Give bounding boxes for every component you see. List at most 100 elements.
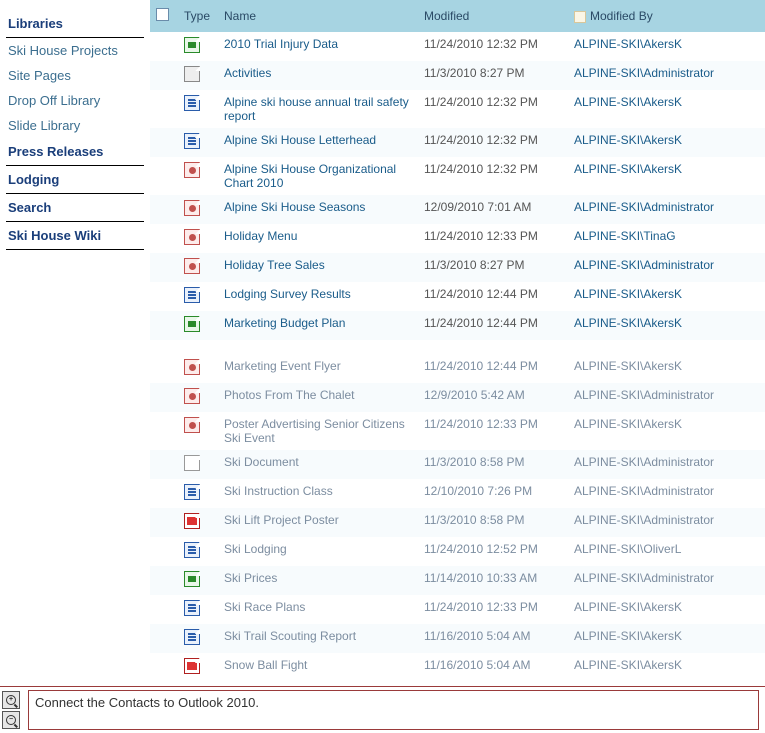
row-select[interactable] <box>150 90 178 128</box>
col-modified[interactable]: Modified <box>418 0 568 32</box>
table-row[interactable]: Activities11/3/2010 8:27 PMALPINE-SKI\Ad… <box>150 61 765 90</box>
row-select[interactable] <box>150 624 178 653</box>
table-row[interactable]: Holiday Tree Sales11/3/2010 8:27 PMALPIN… <box>150 253 765 282</box>
sidebar-item-search[interactable]: Search <box>6 194 144 222</box>
modified-by-user[interactable]: ALPINE-SKI\AkersK <box>574 359 682 373</box>
row-select[interactable] <box>150 61 178 90</box>
table-row[interactable]: Ski Race Plans11/24/2010 12:33 PMALPINE-… <box>150 595 765 624</box>
file-link[interactable]: Photos From The Chalet <box>224 388 355 402</box>
modified-by-user[interactable]: ALPINE-SKI\TinaG <box>574 229 676 243</box>
file-link[interactable]: Snow Ball Fight <box>224 658 307 672</box>
checkbox-icon[interactable] <box>156 8 169 21</box>
file-link[interactable]: Alpine ski house annual trail safety rep… <box>224 95 409 123</box>
zoom-in-button[interactable]: + <box>2 691 20 709</box>
modified-by-user[interactable]: ALPINE-SKI\Administrator <box>574 513 714 527</box>
col-type[interactable]: Type <box>178 0 218 32</box>
file-link[interactable]: Ski Lodging <box>224 542 287 556</box>
sidebar-item-ski-house-wiki[interactable]: Ski House Wiki <box>6 222 144 250</box>
file-link[interactable]: 2010 Trial Injury Data <box>224 37 338 51</box>
sidebar-item-ski-house-projects[interactable]: Ski House Projects <box>6 38 144 63</box>
file-link[interactable]: Marketing Event Flyer <box>224 359 341 373</box>
modified-by-user[interactable]: ALPINE-SKI\Administrator <box>574 66 714 80</box>
modified-by-user[interactable]: ALPINE-SKI\AkersK <box>574 133 682 147</box>
row-select[interactable] <box>150 412 178 450</box>
table-row[interactable]: Holiday Menu11/24/2010 12:33 PMALPINE-SK… <box>150 224 765 253</box>
file-link[interactable]: Ski Prices <box>224 571 277 585</box>
table-row[interactable]: Alpine Ski House Letterhead11/24/2010 12… <box>150 128 765 157</box>
row-select[interactable] <box>150 354 178 383</box>
modified-by-user[interactable]: ALPINE-SKI\AkersK <box>574 287 682 301</box>
sidebar-item-press-releases[interactable]: Press Releases <box>6 138 144 166</box>
table-row[interactable]: Ski Document11/3/2010 8:58 PMALPINE-SKI\… <box>150 450 765 479</box>
modified-by-user[interactable]: ALPINE-SKI\Administrator <box>574 571 714 585</box>
row-select[interactable] <box>150 157 178 195</box>
table-row[interactable]: Poster Advertising Senior Citizens Ski E… <box>150 412 765 450</box>
modified-by-user[interactable]: ALPINE-SKI\AkersK <box>574 417 682 431</box>
col-modified-by[interactable]: Modified By <box>568 0 765 32</box>
select-all-cell[interactable] <box>150 0 178 32</box>
file-link[interactable]: Alpine Ski House Seasons <box>224 200 365 214</box>
row-select[interactable] <box>150 450 178 479</box>
modified-by-user[interactable]: ALPINE-SKI\Administrator <box>574 455 714 469</box>
table-row[interactable]: Ski Instruction Class12/10/2010 7:26 PMA… <box>150 479 765 508</box>
table-row[interactable]: Ski Lodging11/24/2010 12:52 PMALPINE-SKI… <box>150 537 765 566</box>
sidebar-item-drop-off-library[interactable]: Drop Off Library <box>6 88 144 113</box>
file-link[interactable]: Ski Race Plans <box>224 600 305 614</box>
filter-icon[interactable] <box>574 11 586 23</box>
row-select[interactable] <box>150 224 178 253</box>
table-row[interactable]: Marketing Budget Plan11/24/2010 12:44 PM… <box>150 311 765 340</box>
file-link[interactable]: Holiday Menu <box>224 229 297 243</box>
table-row[interactable]: Photos From The Chalet12/9/2010 5:42 AMA… <box>150 383 765 412</box>
file-link[interactable]: Ski Lift Project Poster <box>224 513 339 527</box>
file-link[interactable]: Marketing Budget Plan <box>224 316 345 330</box>
modified-by-user[interactable]: ALPINE-SKI\Administrator <box>574 200 714 214</box>
sidebar-item-site-pages[interactable]: Site Pages <box>6 63 144 88</box>
row-select[interactable] <box>150 653 178 682</box>
row-select[interactable] <box>150 508 178 537</box>
modified-by-user[interactable]: ALPINE-SKI\OliverL <box>574 542 681 556</box>
file-link[interactable]: Ski Instruction Class <box>224 484 333 498</box>
modified-by-user[interactable]: ALPINE-SKI\Administrator <box>574 484 714 498</box>
row-select[interactable] <box>150 195 178 224</box>
modified-by-user[interactable]: ALPINE-SKI\AkersK <box>574 95 682 109</box>
table-row[interactable]: Alpine ski house annual trail safety rep… <box>150 90 765 128</box>
row-select[interactable] <box>150 282 178 311</box>
table-row[interactable]: Alpine Ski House Organizational Chart 20… <box>150 157 765 195</box>
file-link[interactable]: Poster Advertising Senior Citizens Ski E… <box>224 417 405 445</box>
modified-by-user[interactable]: ALPINE-SKI\AkersK <box>574 37 682 51</box>
row-select[interactable] <box>150 566 178 595</box>
modified-by-user[interactable]: ALPINE-SKI\AkersK <box>574 629 682 643</box>
modified-by-user[interactable]: ALPINE-SKI\AkersK <box>574 600 682 614</box>
file-link[interactable]: Activities <box>224 66 271 80</box>
row-select[interactable] <box>150 479 178 508</box>
sidebar-item-lodging[interactable]: Lodging <box>6 166 144 194</box>
row-select[interactable] <box>150 32 178 61</box>
table-row[interactable]: Marketing Event Flyer11/24/2010 12:44 PM… <box>150 354 765 383</box>
table-row[interactable]: Ski Lift Project Poster11/3/2010 8:58 PM… <box>150 508 765 537</box>
table-row[interactable]: Alpine Ski House Seasons12/09/2010 7:01 … <box>150 195 765 224</box>
table-row[interactable]: Snow Ball Fight11/16/2010 5:04 AMALPINE-… <box>150 653 765 682</box>
modified-by-user[interactable]: ALPINE-SKI\AkersK <box>574 658 682 672</box>
file-link[interactable]: Ski Trail Scouting Report <box>224 629 356 643</box>
modified-by-user[interactable]: ALPINE-SKI\Administrator <box>574 388 714 402</box>
file-link[interactable]: Alpine Ski House Organizational Chart 20… <box>224 162 396 190</box>
table-row[interactable]: Ski Prices11/14/2010 10:33 AMALPINE-SKI\… <box>150 566 765 595</box>
file-link[interactable]: Lodging Survey Results <box>224 287 351 301</box>
table-row[interactable]: Lodging Survey Results11/24/2010 12:44 P… <box>150 282 765 311</box>
row-select[interactable] <box>150 595 178 624</box>
table-row[interactable]: 2010 Trial Injury Data11/24/2010 12:32 P… <box>150 32 765 61</box>
row-select[interactable] <box>150 253 178 282</box>
modified-by-user[interactable]: ALPINE-SKI\Administrator <box>574 258 714 272</box>
file-link[interactable]: Alpine Ski House Letterhead <box>224 133 376 147</box>
row-select[interactable] <box>150 311 178 340</box>
zoom-out-button[interactable]: − <box>2 711 20 729</box>
modified-by-user[interactable]: ALPINE-SKI\AkersK <box>574 316 682 330</box>
table-row[interactable]: Ski Trail Scouting Report11/16/2010 5:04… <box>150 624 765 653</box>
modified-by-user[interactable]: ALPINE-SKI\AkersK <box>574 162 682 176</box>
row-select[interactable] <box>150 383 178 412</box>
row-select[interactable] <box>150 128 178 157</box>
col-name[interactable]: Name <box>218 0 418 32</box>
sidebar-item-slide-library[interactable]: Slide Library <box>6 113 144 138</box>
sidebar-item-libraries[interactable]: Libraries <box>6 10 144 38</box>
file-link[interactable]: Holiday Tree Sales <box>224 258 325 272</box>
